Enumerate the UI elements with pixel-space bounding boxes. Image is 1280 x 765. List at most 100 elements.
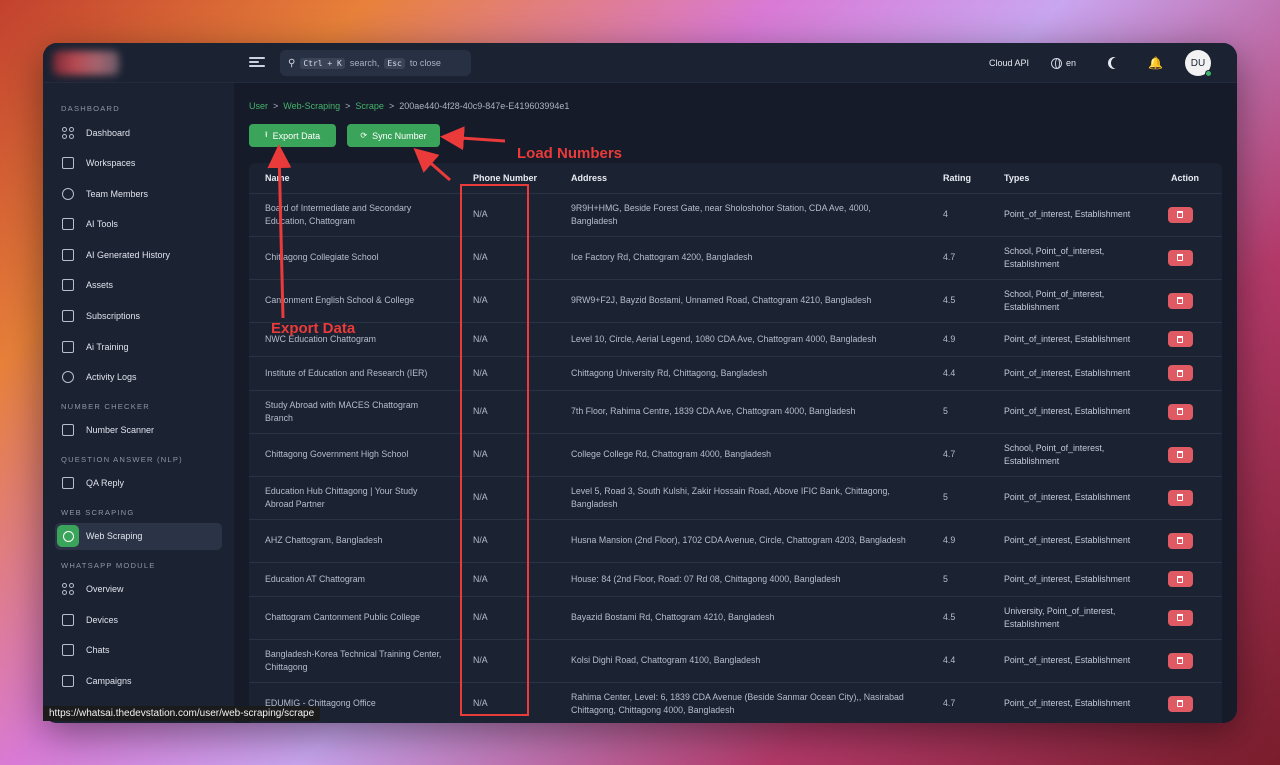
image-icon: [62, 279, 74, 292]
sync-icon: ⟳: [360, 131, 368, 140]
user-icon: [62, 187, 74, 200]
delete-button[interactable]: [1167, 652, 1193, 669]
delete-button[interactable]: [1167, 403, 1193, 420]
cell-address: 9RW9+F2J, Bayzid Bostami, Unnamed Road, …: [555, 279, 927, 323]
sidebar-item-qa-reply[interactable]: QA Reply: [55, 470, 222, 497]
cell-types: Point_of_interest, Establishment: [988, 322, 1148, 357]
sidebar-item-activity-logs[interactable]: Activity Logs: [55, 364, 222, 391]
delete-button[interactable]: [1167, 206, 1193, 223]
cell-name: Education Hub Chittagong | Your Study Ab…: [249, 476, 457, 520]
notification-bell-icon[interactable]: 🔔: [1148, 56, 1163, 70]
cloud-api-link[interactable]: Cloud API: [989, 58, 1029, 68]
sync-number-button[interactable]: ⟳ Sync Number: [347, 124, 440, 147]
delete-button[interactable]: [1167, 609, 1193, 626]
sidebar-item-label: Subscriptions: [86, 311, 141, 322]
sidebar-item-subscriptions[interactable]: Subscriptions: [55, 303, 222, 330]
top-bar: ⚲ Ctrl + K search, Esc to close Cloud AP…: [43, 43, 1237, 83]
cell-action: [1148, 519, 1222, 563]
cell-name: Chittagong Government High School: [249, 433, 457, 477]
sidebar-item-number-scanner[interactable]: Number Scanner: [55, 417, 222, 444]
sidebar-item-devices[interactable]: Devices: [55, 606, 222, 633]
cell-action: [1148, 682, 1222, 723]
sidebar-item-dashboard[interactable]: Dashboard: [55, 119, 222, 146]
breadcrumb-scrape[interactable]: Scrape: [355, 101, 384, 111]
sidebar-item-assets[interactable]: Assets: [55, 272, 222, 299]
sidebar-item-label: Team Members: [86, 188, 149, 199]
search-input[interactable]: ⚲ Ctrl + K search, Esc to close: [280, 50, 471, 76]
column-header-types: Types: [988, 163, 1148, 194]
sidebar-item-overview[interactable]: Overview: [55, 576, 222, 603]
cell-phone: N/A: [457, 476, 555, 520]
delete-button[interactable]: [1167, 532, 1193, 549]
cell-name: AHZ Chattogram, Bangladesh: [249, 519, 457, 563]
trash-icon: [1177, 700, 1183, 707]
sidebar-item-ai-tools[interactable]: AI Tools: [55, 211, 222, 238]
sidebar-item-campaigns[interactable]: Campaigns: [55, 668, 222, 695]
shortcut-esc: Esc: [384, 57, 405, 69]
sidebar-item-ai-generated-history[interactable]: AI Generated History: [55, 241, 222, 268]
menu-toggle-icon[interactable]: [249, 55, 265, 71]
globe-icon: [57, 525, 79, 548]
trash-icon: [1177, 451, 1183, 458]
breadcrumb-user[interactable]: User: [249, 101, 268, 111]
sidebar-item-ai-training[interactable]: Ai Training: [55, 333, 222, 360]
trash-icon: [1177, 335, 1183, 343]
delete-button[interactable]: [1167, 489, 1193, 506]
cell-rating: 4.7: [927, 682, 988, 723]
delete-button[interactable]: [1167, 292, 1193, 309]
cell-types: School, Point_of_interest, Establishment: [988, 236, 1148, 280]
cell-rating: 4.5: [927, 596, 988, 640]
sidebar-item-team-members[interactable]: Team Members: [55, 180, 222, 207]
dashboard-icon: [62, 126, 74, 139]
sidebar-item-web-scraping[interactable]: Web Scraping: [55, 522, 222, 550]
load-numbers-annotation: Load Numbers: [517, 145, 623, 162]
column-header-phone: Phone Number: [457, 163, 555, 194]
cell-name: Chattogram Cantonment Public College: [249, 596, 457, 640]
cell-address: Kolsi Dighi Road, Chattogram 4100, Bangl…: [555, 639, 927, 683]
trash-icon: [1177, 494, 1183, 501]
cell-phone: N/A: [457, 279, 555, 323]
delete-button[interactable]: [1167, 249, 1193, 266]
user-avatar[interactable]: DU: [1185, 50, 1212, 77]
cell-action: [1148, 322, 1222, 357]
card-icon: [62, 310, 74, 323]
delete-button[interactable]: [1167, 446, 1193, 463]
delete-button[interactable]: [1167, 365, 1193, 381]
cell-types: Point_of_interest, Establishment: [988, 356, 1148, 391]
cell-action: [1148, 356, 1222, 391]
sidebar-item-chats[interactable]: Chats: [55, 637, 222, 664]
language-selector[interactable]: en: [1051, 57, 1076, 69]
app-logo: [53, 51, 119, 75]
breadcrumb-web-scraping[interactable]: Web-Scraping: [283, 101, 340, 111]
cell-address: Bayazid Bostami Rd, Chattogram 4210, Ban…: [555, 596, 927, 640]
cell-name: Chittagong Collegiate School: [249, 236, 457, 280]
delete-button[interactable]: [1167, 695, 1193, 712]
table-row: Cantonment English School & College N/A 9R…: [249, 279, 1222, 323]
cell-phone: N/A: [457, 390, 555, 434]
cell-address: Ice Factory Rd, Chattogram 4200, Banglad…: [555, 236, 927, 280]
cell-types: Point_of_interest, Establishment: [988, 476, 1148, 520]
export-data-button[interactable]: ⭱ Export Data: [249, 124, 336, 147]
search-placeholder-text: search,: [349, 58, 380, 68]
delete-button[interactable]: [1167, 571, 1193, 587]
table-row: Chattogram Cantonment Public College N/A B…: [249, 596, 1222, 640]
sidebar-item-workspaces[interactable]: Workspaces: [55, 150, 222, 177]
column-header-name: Name: [249, 163, 457, 194]
trash-icon: [1177, 369, 1183, 377]
cell-types: School, Point_of_interest, Establishment: [988, 433, 1148, 477]
cell-address: 9R9H+HMG, Beside Forest Gate, near Sholo…: [555, 193, 927, 237]
dark-mode-moon-icon[interactable]: [1111, 57, 1123, 69]
cell-name: Study Abroad with MACES Chattogram Branc…: [249, 390, 457, 434]
table-row: AHZ Chattogram, Bangladesh N/A Husna Mansi…: [249, 519, 1222, 563]
cell-phone: N/A: [457, 193, 555, 237]
chat-icon: [62, 644, 74, 657]
cell-types: School, Point_of_interest, Establishment: [988, 279, 1148, 323]
scanner-icon: [62, 424, 74, 437]
globe-icon: [1051, 57, 1063, 69]
main-content: User > Web-Scraping > Scrape > 200ae440-…: [234, 83, 1237, 723]
table-row: Chittagong Collegiate School N/A Ice Facto…: [249, 236, 1222, 280]
cell-address: College College Rd, Chattogram 4000, Ban…: [555, 433, 927, 477]
breadcrumb-current-id: 200ae440-4f28-40c9-847e-E419603994e1: [399, 101, 570, 111]
delete-button[interactable]: [1167, 331, 1193, 347]
sidebar-section-qa: QUESTION ANSWER (NLP): [61, 454, 183, 464]
